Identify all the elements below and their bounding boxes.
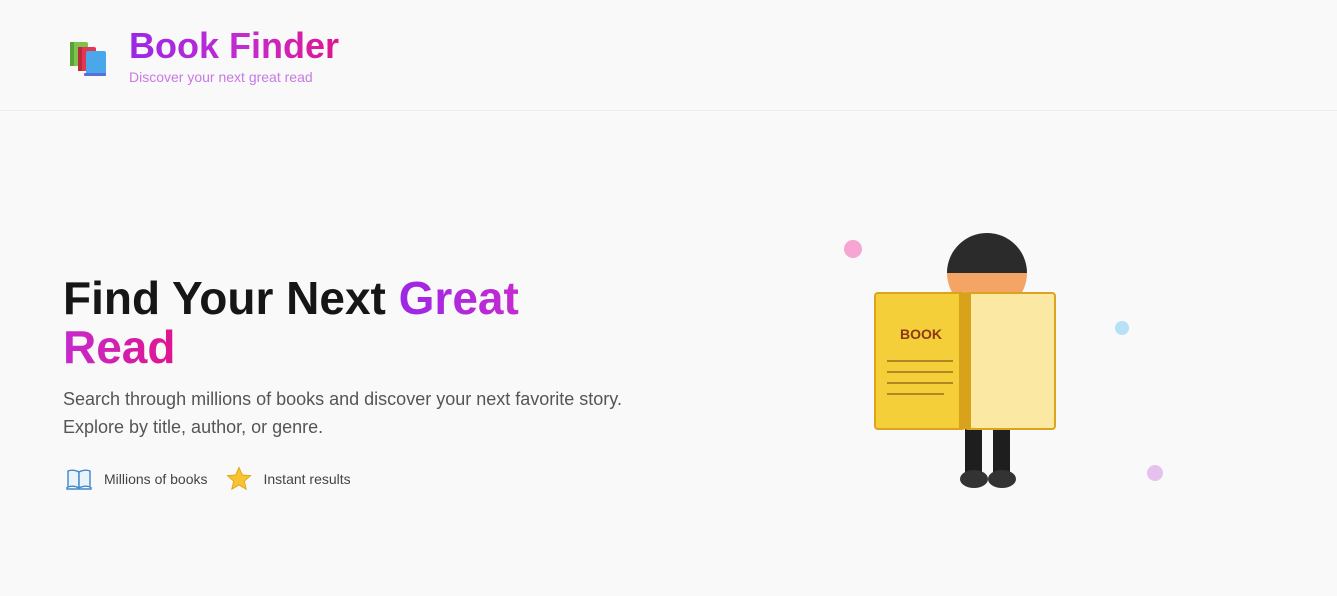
hero-description: Search through millions of books and dis… <box>63 389 622 437</box>
book-right-page <box>964 292 1056 430</box>
app-subtitle: Discover your next great read <box>129 69 313 85</box>
feature-label: Instant results <box>263 471 351 487</box>
app-title: Book Finder <box>129 25 340 66</box>
book-label: BOOK <box>900 326 942 342</box>
feature-list: Millions of books Instant results <box>66 466 351 492</box>
decor-dot-purple <box>1147 465 1163 481</box>
open-book-icon <box>66 466 92 492</box>
feature-label: Millions of books <box>104 471 208 487</box>
reading-person-illustration: BOOK <box>844 233 1163 488</box>
app-header: Book Finder Discover your next great rea… <box>0 0 1337 111</box>
decor-dot-pink <box>844 240 862 258</box>
decor-dot-blue <box>1115 321 1129 335</box>
star-icon <box>225 466 252 492</box>
hero-title: Find Your Next Great Read <box>63 274 623 372</box>
feature-item: Millions of books <box>66 466 208 492</box>
books-stack-icon[interactable] <box>68 38 110 78</box>
feature-item: Instant results <box>225 466 351 492</box>
hero-title-plain: Find Your Next <box>63 272 399 324</box>
